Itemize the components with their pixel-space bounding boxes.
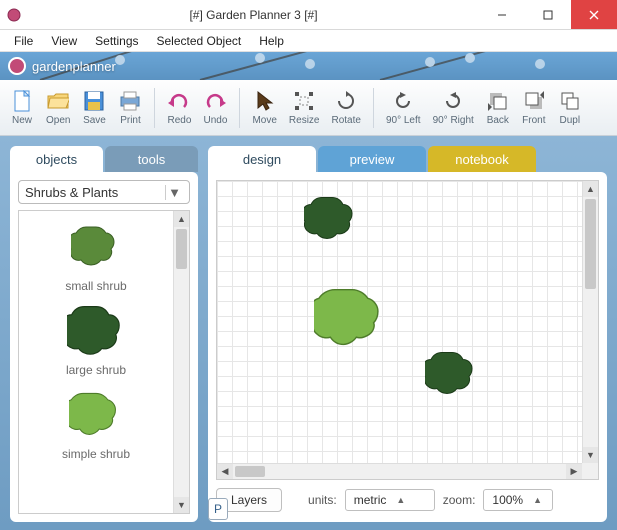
menu-file[interactable]: File (6, 32, 41, 50)
main-toolbar: New Open Save Print Redo Undo Move Resiz… (0, 80, 617, 136)
scroll-up-icon[interactable]: ▲ (583, 181, 598, 197)
redo-icon (167, 89, 191, 113)
list-item-label: simple shrub (62, 447, 130, 461)
rotate-left-button[interactable]: 90° Left (380, 83, 427, 133)
print-button[interactable]: Print (112, 83, 148, 133)
toolbar-separator (154, 88, 155, 128)
titlebar: [#] Garden Planner 3 [#] (0, 0, 617, 30)
undo-icon (203, 89, 227, 113)
send-back-icon (486, 89, 510, 113)
scroll-left-icon[interactable]: ◀ (217, 464, 233, 479)
canvas-vscrollbar[interactable]: ▲ ▼ (582, 181, 598, 463)
units-label: units: (308, 493, 337, 507)
new-button[interactable]: New (4, 83, 40, 133)
list-item[interactable]: simple shrub (62, 379, 130, 463)
bring-front-button[interactable]: Front (516, 83, 552, 133)
toolbar-separator (239, 88, 240, 128)
workspace: objects tools Shrubs & Plants ▼ small sh… (0, 136, 617, 530)
scroll-thumb[interactable] (176, 229, 187, 269)
units-value: metric (354, 493, 387, 507)
undo-button[interactable]: Undo (197, 83, 233, 133)
maximize-button[interactable] (525, 0, 571, 29)
object-list: small shrub large shrub simple shrub (18, 210, 190, 514)
menubar: File View Settings Selected Object Help (0, 30, 617, 52)
save-button[interactable]: Save (76, 83, 112, 133)
scroll-right-icon[interactable]: ▶ (566, 464, 582, 479)
design-canvas[interactable]: ▲ ▼ ◀ ▶ (216, 180, 599, 480)
scroll-thumb[interactable] (585, 199, 596, 289)
placed-shrub[interactable] (425, 349, 479, 404)
minimize-button[interactable] (479, 0, 525, 29)
app-icon (0, 0, 28, 29)
redo-button[interactable]: Redo (161, 83, 197, 133)
list-item[interactable]: large shrub (66, 295, 126, 379)
zoom-value: 100% (492, 493, 523, 507)
tab-tools[interactable]: tools (105, 146, 198, 172)
shrub-thumb-icon (66, 385, 126, 445)
resize-icon (292, 89, 316, 113)
brand-name: gardenplanner (32, 59, 116, 74)
menu-view[interactable]: View (43, 32, 85, 50)
menu-help[interactable]: Help (251, 32, 292, 50)
save-disk-icon (82, 89, 106, 113)
list-item[interactable]: small shrub (65, 211, 126, 295)
tab-design[interactable]: design (208, 146, 316, 172)
zoom-label: zoom: (443, 493, 476, 507)
duplicate-button[interactable]: Dupl (552, 83, 588, 133)
rotate-left-icon (391, 89, 415, 113)
shrub-thumb-icon (66, 217, 126, 277)
tab-notebook[interactable]: notebook (428, 146, 536, 172)
print-icon (118, 89, 142, 113)
dropdown-caret-icon: ▲ (533, 495, 542, 505)
zoom-select[interactable]: 100% ▲ (483, 489, 553, 511)
toolbar-separator (373, 88, 374, 128)
rotate-right-icon (441, 89, 465, 113)
dropdown-caret-icon: ▼ (165, 185, 183, 200)
rotate-button[interactable]: Rotate (326, 83, 367, 133)
design-panel: design preview notebook ▲ (208, 146, 607, 522)
dropdown-caret-icon: ▲ (396, 495, 405, 505)
left-panel: objects tools Shrubs & Plants ▼ small sh… (10, 146, 198, 522)
resize-button[interactable]: Resize (283, 83, 326, 133)
duplicate-icon (558, 89, 582, 113)
placed-shrub[interactable] (304, 194, 360, 249)
rotate-icon (334, 89, 358, 113)
scroll-thumb[interactable] (235, 466, 265, 477)
send-back-button[interactable]: Back (480, 83, 516, 133)
placed-shrub[interactable] (314, 283, 390, 360)
grid-background (217, 181, 582, 463)
move-button[interactable]: Move (246, 83, 282, 133)
objects-scrollbar[interactable]: ▲ ▼ (173, 211, 189, 513)
tab-preview[interactable]: preview (318, 146, 426, 172)
menu-selected-object[interactable]: Selected Object (149, 32, 250, 50)
open-button[interactable]: Open (40, 83, 76, 133)
design-statusbar: Layers units: metric▲ zoom: 100%▲ (216, 486, 599, 514)
bring-front-icon (522, 89, 546, 113)
list-item-label: small shrub (65, 279, 126, 293)
shrub-thumb-icon (66, 301, 126, 361)
tab-objects[interactable]: objects (10, 146, 103, 172)
new-file-icon (10, 89, 34, 113)
units-select[interactable]: metric ▲ (345, 489, 435, 511)
move-cursor-icon (253, 89, 277, 113)
scroll-corner (582, 463, 598, 479)
category-select[interactable]: Shrubs & Plants ▼ (18, 180, 190, 204)
category-value: Shrubs & Plants (25, 185, 118, 200)
window-title: [#] Garden Planner 3 [#] (28, 0, 479, 29)
open-folder-icon (46, 89, 70, 113)
menu-settings[interactable]: Settings (87, 32, 146, 50)
brand-banner: gardenplanner (0, 52, 617, 80)
close-button[interactable] (571, 0, 617, 29)
canvas-hscrollbar[interactable]: ◀ ▶ (217, 463, 582, 479)
rotate-right-button[interactable]: 90° Right (427, 83, 480, 133)
brand-logo-icon (8, 57, 26, 75)
p-button[interactable]: P (208, 498, 228, 520)
scroll-down-icon[interactable]: ▼ (583, 447, 598, 463)
list-item-label: large shrub (66, 363, 126, 377)
scroll-up-icon[interactable]: ▲ (174, 211, 189, 227)
scroll-down-icon[interactable]: ▼ (174, 497, 189, 513)
